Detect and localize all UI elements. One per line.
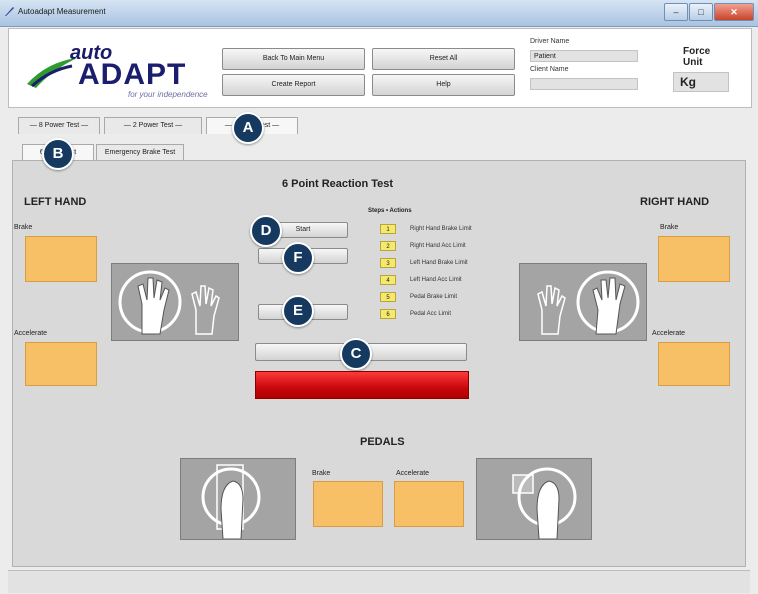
pedal-brake-label: Brake bbox=[312, 470, 331, 477]
callout-b: B bbox=[42, 138, 74, 170]
accelerator-pedal-image bbox=[476, 458, 592, 540]
foot-pedal-icon bbox=[201, 464, 261, 540]
reaction-indicator-bar bbox=[255, 371, 469, 399]
subtab-emergency-brake-test[interactable]: Emergency Brake Test bbox=[96, 144, 184, 161]
callout-a: A bbox=[232, 112, 264, 144]
close-button[interactable]: ✕ bbox=[714, 3, 754, 21]
hand-icon bbox=[537, 270, 640, 335]
left-hand-image bbox=[111, 263, 239, 341]
left-brake-label: Brake bbox=[14, 224, 33, 231]
window-title: Autoadapt Measurement bbox=[18, 7, 106, 16]
right-hand-heading: RIGHT HAND bbox=[640, 196, 710, 208]
right-accelerate-label: Accelerate bbox=[652, 330, 686, 337]
legend-step-number: 6 bbox=[380, 309, 396, 319]
legend-step-number: 3 bbox=[380, 258, 396, 268]
create-report-button[interactable]: Create Report bbox=[222, 74, 365, 96]
pedal-accelerate-value bbox=[394, 481, 464, 527]
driver-name-label: Driver Name bbox=[530, 38, 570, 45]
legend-step-text: Pedal Brake Limit bbox=[410, 294, 458, 300]
callout-d: D bbox=[250, 215, 282, 247]
client-name-label: Client Name bbox=[530, 66, 569, 73]
reset-all-button[interactable]: Reset All bbox=[372, 48, 515, 70]
driver-name-field[interactable]: Patient bbox=[530, 50, 638, 62]
minimize-button[interactable]: – bbox=[664, 3, 688, 21]
pedal-accelerate-label: Accelerate bbox=[396, 470, 430, 477]
maximize-button[interactable]: □ bbox=[689, 3, 713, 21]
legend-step-text: Right Hand Brake Limit bbox=[410, 226, 472, 232]
right-hand-accelerate-value bbox=[658, 342, 730, 386]
app-icon bbox=[5, 7, 14, 16]
client-name-field[interactable] bbox=[530, 78, 638, 90]
hand-icon bbox=[118, 270, 220, 335]
legend-step-number: 4 bbox=[380, 275, 396, 285]
callout-c: C bbox=[340, 338, 372, 370]
left-hand-heading: LEFT HAND bbox=[24, 196, 87, 208]
callout-e: E bbox=[282, 295, 314, 327]
help-button[interactable]: Help bbox=[372, 74, 515, 96]
window-controls: – □ ✕ bbox=[664, 3, 754, 21]
foot-pedal-icon bbox=[512, 467, 577, 540]
left-hand-brake-value bbox=[25, 236, 97, 282]
test-title: 6 Point Reaction Test bbox=[282, 178, 394, 190]
force-unit-label: Force Unit bbox=[683, 46, 711, 68]
legend-step-number: 5 bbox=[380, 292, 396, 302]
pedals-heading: PEDALS bbox=[360, 436, 405, 448]
tab-2-power-test[interactable]: — 2 Power Test — bbox=[104, 117, 202, 134]
back-to-main-menu-button[interactable]: Back To Main Menu bbox=[222, 48, 365, 70]
legend-header: Steps • Actions bbox=[368, 208, 412, 214]
left-accelerate-label: Accelerate bbox=[14, 330, 48, 337]
legend-step-text: Right Hand Acc Limit bbox=[410, 243, 466, 249]
right-brake-label: Brake bbox=[660, 224, 679, 231]
legend-step-text: Left Hand Acc Limit bbox=[410, 277, 462, 283]
logo-tagline: for your independence bbox=[128, 90, 208, 99]
status-bar bbox=[8, 570, 750, 593]
right-hand-image bbox=[519, 263, 647, 341]
callout-f: F bbox=[282, 242, 314, 274]
right-hand-brake-value bbox=[658, 236, 730, 282]
force-unit-value[interactable]: Kg bbox=[673, 72, 729, 92]
tab-8-power-test[interactable]: — 8 Power Test — bbox=[18, 117, 100, 134]
pedal-brake-value bbox=[313, 481, 383, 527]
legend-step-number: 2 bbox=[380, 241, 396, 251]
legend-step-text: Pedal Acc Limit bbox=[410, 311, 452, 317]
legend-step-number: 1 bbox=[380, 224, 396, 234]
title-bar bbox=[0, 0, 758, 27]
left-hand-accelerate-value bbox=[25, 342, 97, 386]
logo-adapt-text: ADAPT bbox=[78, 58, 187, 91]
brake-pedal-image bbox=[180, 458, 296, 540]
legend-step-text: Left Hand Brake Limit bbox=[410, 260, 468, 266]
